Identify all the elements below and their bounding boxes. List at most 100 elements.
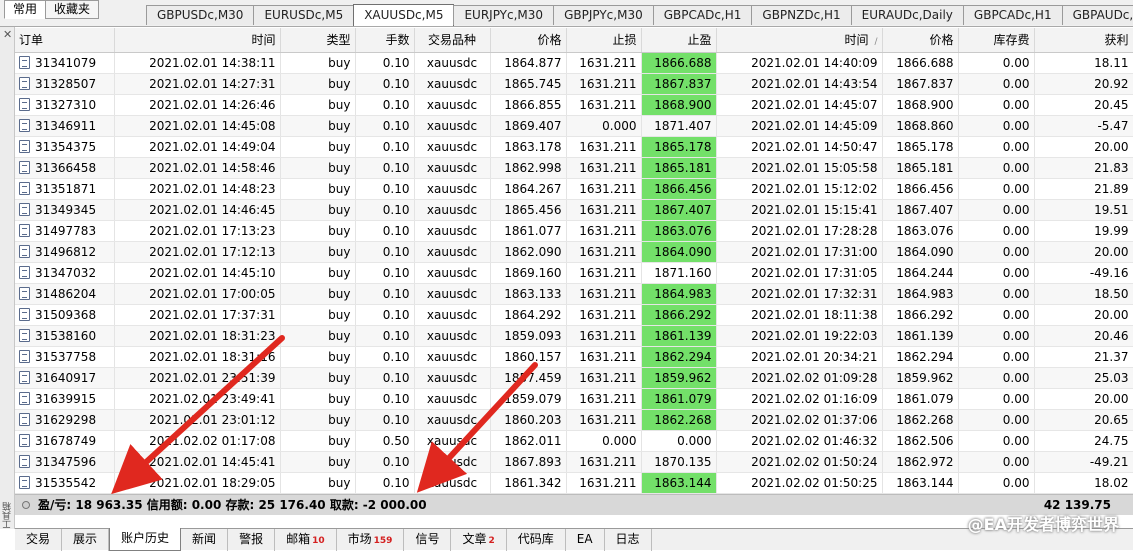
type-cell: buy [280,115,356,137]
type-cell: buy [280,262,356,284]
table-row[interactable]: 31351871 2021.02.01 14:48:23 buy 0.10 xauusd… [15,178,1133,200]
col-swap[interactable]: 库存费 [958,28,1035,53]
bottom-tab[interactable]: 展示 [62,529,110,551]
table-row[interactable]: 31629298 2021.02.01 23:01:12 buy 0.10 xauusd… [15,409,1133,431]
col-symbol[interactable]: 交易品种 [414,28,491,53]
bottom-tab-bar: 交易 展示 账户历史 新闻 警报 邮箱 10 市场 159 信号 文章 2 代码库 EA 日志 [15,528,1133,551]
table-row[interactable]: 31327310 2021.02.01 14:26:46 buy 0.10 xauusd… [15,94,1133,116]
table-row[interactable]: 31537758 2021.02.01 18:31:16 buy 0.10 xauusd… [15,346,1133,368]
order-number: 31347032 [35,265,97,280]
favorites-button[interactable]: 收藏夹 [45,0,100,19]
table-row[interactable]: 31535542 2021.02.01 18:29:05 buy 0.10 xauusd… [15,472,1133,494]
table-row[interactable]: 31366458 2021.02.01 14:58:46 buy 0.10 xauusd… [15,157,1133,179]
bottom-tab[interactable]: 日志 [605,529,652,551]
bottom-tab[interactable]: 信号 [404,529,452,551]
table-row[interactable]: 31346911 2021.02.01 14:45:08 buy 0.10 xauusd… [15,115,1133,137]
table-row[interactable]: 31354375 2021.02.01 14:49:04 buy 0.10 xauusd… [15,136,1133,158]
table-row[interactable]: 31640917 2021.02.01 23:51:39 buy 0.10 xauusd… [15,367,1133,389]
price-cell: 1862.011 [490,430,567,452]
bottom-tab[interactable]: 交易 [15,529,63,551]
order-cell: 31509368 [15,304,115,326]
common-button[interactable]: 常用 [4,0,47,19]
profit-cell: -5.47 [1034,115,1133,137]
profit-cell: 21.37 [1034,346,1133,368]
type-cell: buy [280,430,356,452]
chart-tab[interactable]: GBPJPYc,M30 [553,5,654,25]
table-row[interactable]: 31639915 2021.02.01 23:49:41 buy 0.10 xauusd… [15,388,1133,410]
bottom-tab[interactable]: 代码库 [507,529,566,551]
profit-cell: 21.89 [1034,178,1133,200]
bottom-tab[interactable]: 新闻 [181,529,229,551]
bottom-tab[interactable]: 邮箱 10 [275,529,337,551]
table-row[interactable]: 31349345 2021.02.01 14:46:45 buy 0.10 xauusd… [15,199,1133,221]
bottom-tab[interactable]: 警报 [228,529,276,551]
tp-cell: 1862.268 [641,409,717,431]
table-row[interactable]: 31347596 2021.02.01 14:45:41 buy 0.10 xauusd… [15,451,1133,473]
col-sl[interactable]: 止损 [566,28,642,53]
type-cell: buy [280,388,356,410]
lots-cell: 0.10 [355,472,415,494]
symbol-cell: xauusdc [414,52,491,74]
table-row[interactable]: 31328507 2021.02.01 14:27:31 buy 0.10 xauusd… [15,73,1133,95]
chart-tab[interactable]: GBPUSDc,M30 [146,5,255,25]
sl-cell: 1631.211 [566,325,642,347]
table-row[interactable]: 31341079 2021.02.01 14:38:11 buy 0.10 xauusd… [15,52,1133,74]
col-tp[interactable]: 止盈 [641,28,717,53]
sl-cell: 1631.211 [566,472,642,494]
bottom-tab[interactable]: 文章 2 [451,529,507,551]
profit-cell: 21.83 [1034,157,1133,179]
col-close-price[interactable]: 价格 [882,28,959,53]
chart-tab[interactable]: GBPAUDc,H1 [1061,5,1133,25]
col-price[interactable]: 价格 [490,28,567,53]
tp-cell: 1859.962 [641,367,717,389]
symbol-cell: xauusdc [414,73,491,95]
swap-cell: 0.00 [958,115,1035,137]
close-icon[interactable]: ✕ [3,29,12,40]
chart-tab[interactable]: XAUUSDc,M5 [353,4,455,26]
bottom-tab-label: 文章 [462,532,487,546]
bottom-tab[interactable]: 市场 159 [337,529,405,551]
col-profit[interactable]: 获利 [1034,28,1133,53]
table-row[interactable]: 31678749 2021.02.02 01:17:08 buy 0.50 xauusd… [15,430,1133,452]
open-time-cell: 2021.02.01 17:00:05 [114,283,281,305]
profit-cell: 20.46 [1034,325,1133,347]
chart-tab[interactable]: GBPCADc,H1 [652,5,753,25]
chart-tab[interactable]: EURAUDc,Daily [850,5,964,25]
table-row[interactable]: 31486204 2021.02.01 17:00:05 buy 0.10 xauusd… [15,283,1133,305]
tp-cell: 1861.079 [641,388,717,410]
sl-cell: 1631.211 [566,220,642,242]
sl-cell: 1631.211 [566,346,642,368]
bottom-tab-label: 账户历史 [121,531,170,545]
table-row[interactable]: 31497783 2021.02.01 17:13:23 buy 0.10 xauusd… [15,220,1133,242]
chart-tab[interactable]: EURUSDc,M5 [253,5,355,25]
bottom-tab-badge: 159 [373,536,393,546]
chart-tab[interactable]: GBPCADc,H1 [962,5,1063,25]
table-row[interactable]: 31538160 2021.02.01 18:31:23 buy 0.10 xauusd… [15,325,1133,347]
tp-cell: 1871.160 [641,262,717,284]
sl-cell: 1631.211 [566,367,642,389]
col-type[interactable]: 类型 [280,28,356,53]
close-time-cell: 2021.02.01 15:05:58 [716,157,883,179]
order-cell: 31496812 [15,241,115,263]
swap-cell: 0.00 [958,388,1035,410]
tp-cell: 1862.294 [641,346,717,368]
table-row[interactable]: 31347032 2021.02.01 14:45:10 buy 0.10 xauusd… [15,262,1133,284]
col-close-time[interactable]: 时间 ∕ [716,28,883,53]
price-cell: 1863.178 [490,136,567,158]
table-row[interactable]: 31496812 2021.02.01 17:12:13 buy 0.10 xauusd… [15,241,1133,263]
chart-tab[interactable]: GBPNZDc,H1 [751,5,852,25]
col-order[interactable]: 订单 [15,28,115,53]
type-cell: buy [280,451,356,473]
profit-cell: 20.45 [1034,94,1133,116]
chart-tab[interactable]: EURJPYc,M30 [453,5,555,25]
table-row[interactable]: 31509368 2021.02.01 17:37:31 buy 0.10 xauusd… [15,304,1133,326]
col-open-time[interactable]: 时间 [114,28,281,53]
col-lots[interactable]: 手数 [355,28,415,53]
type-cell: buy [280,178,356,200]
order-document-icon [19,412,30,426]
close-price-cell: 1865.181 [882,157,959,179]
bottom-tab[interactable]: EA [566,529,605,551]
watermark-text: @EA开发者博弈世界 [967,515,1119,534]
bottom-tab[interactable]: 账户历史 [109,528,182,551]
order-number: 31354375 [35,139,97,154]
